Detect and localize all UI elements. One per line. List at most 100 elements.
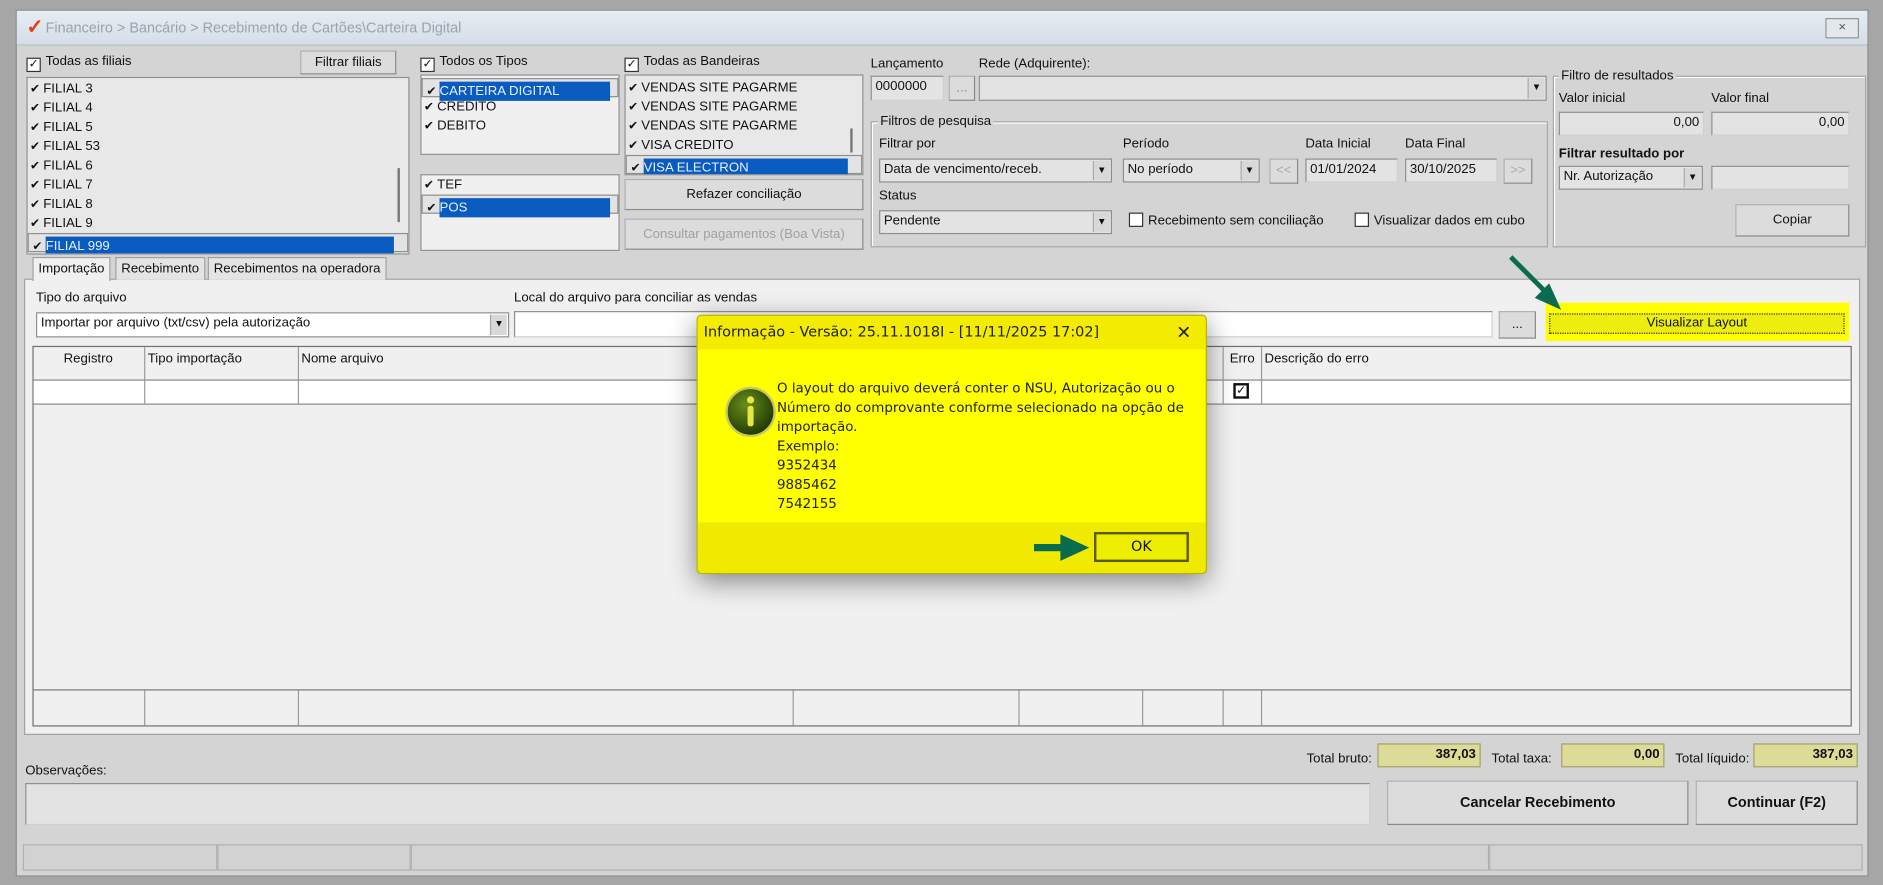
list-item[interactable]: ✔ FILIAL 3 (28, 79, 409, 98)
visualizar-layout-button[interactable]: Visualizar Layout (1549, 313, 1845, 334)
chevron-down-icon: ▼ (1240, 160, 1258, 181)
tef-pos-list[interactable]: ✔ TEF ✔ POS (420, 174, 620, 251)
observacoes-textarea[interactable] (25, 782, 1371, 826)
next-period-button[interactable]: >> (1503, 158, 1533, 184)
tipo-arquivo-label: Tipo do arquivo (36, 290, 127, 306)
filtrar-resultado-label: Filtrar resultado por (1558, 146, 1685, 161)
visualizar-cubo-checkbox[interactable]: Visualizar dados em cubo (1354, 212, 1525, 229)
data-final-input[interactable]: 30/10/2025 (1405, 158, 1498, 183)
list-item[interactable]: ✔ FILIAL 9 (28, 214, 409, 233)
list-item[interactable]: ✔ VENDAS SITE PAGARME (626, 78, 863, 97)
total-liquido-value: 387,03 (1753, 743, 1858, 768)
list-item-selected[interactable]: ✔ CARTEIRA DIGITAL (421, 78, 619, 101)
list-item[interactable]: ✔ FILIAL 6 (28, 156, 409, 175)
status-bar-panel (217, 844, 411, 871)
filtrar-resultado-select[interactable]: Nr. Autorização ▼ (1558, 165, 1703, 190)
recebimento-sem-conciliacao-checkbox[interactable]: Recebimento sem conciliação (1128, 212, 1324, 229)
refazer-conciliacao-button[interactable]: Refazer conciliação (624, 178, 864, 211)
checkbox-icon (1128, 212, 1144, 227)
previous-period-button[interactable]: << (1269, 158, 1299, 184)
tab-recebimento[interactable]: Recebimento (115, 256, 206, 280)
chevron-down-icon: ▼ (1683, 168, 1701, 188)
continuar-button[interactable]: Continuar (F2) (1695, 780, 1858, 826)
total-bruto-label: Total bruto: (1306, 751, 1372, 767)
checkbox-icon (1354, 212, 1370, 227)
list-item[interactable]: ✔ VENDAS SITE PAGARME (626, 97, 863, 116)
tipos-list[interactable]: ✔ CARTEIRA DIGITAL ✔ CREDITO ✔ DEBITO (420, 74, 620, 155)
column-header-tipo-importacao[interactable]: Tipo importação (148, 352, 242, 366)
erro-checkbox[interactable]: ✓ (1233, 383, 1249, 399)
list-item[interactable]: ✔ FILIAL 8 (28, 195, 409, 214)
list-item-selected[interactable]: ✔ VISA ELECTRON (625, 154, 863, 175)
valor-inicial-input[interactable]: 0,00 (1558, 111, 1705, 136)
list-item[interactable]: ✔ FILIAL 5 (28, 118, 409, 137)
filtrar-filiais-button[interactable]: Filtrar filiais (300, 50, 397, 75)
rede-label: Rede (Adquirente): (978, 56, 1091, 71)
list-item[interactable]: ✔ DEBITO (422, 116, 619, 135)
scrollbar-thumb[interactable] (397, 168, 400, 223)
info-icon (725, 386, 776, 438)
observacoes-label: Observações: (25, 763, 107, 779)
filtrar-por-select[interactable]: Data de vencimento/receb. ▼ (879, 158, 1113, 183)
label: Todas as Bandeiras (643, 54, 760, 69)
checkbox-icon: ✓ (624, 57, 639, 73)
periodo-label: Período (1122, 136, 1170, 152)
lancamento-lookup-button[interactable]: ... (948, 75, 976, 101)
lancamento-input[interactable]: 0000000 (870, 75, 944, 101)
data-inicial-input[interactable]: 01/01/2024 (1305, 158, 1398, 183)
valor-final-input[interactable]: 0,00 (1711, 111, 1850, 136)
list-item[interactable]: ✔ TEF (422, 175, 619, 194)
filiais-list[interactable]: ✔ FILIAL 3 ✔ FILIAL 4 ✔ FILIAL 5 ✔ FILIAL 53… (26, 76, 410, 255)
filtrar-resultado-input[interactable] (1711, 165, 1850, 190)
checkbox-icon: ✓ (420, 57, 435, 73)
valor-final-label: Valor final (1711, 91, 1770, 106)
tipo-arquivo-select[interactable]: Importar por arquivo (txt/csv) pela auto… (36, 312, 510, 338)
column-header-erro[interactable]: Erro (1230, 352, 1255, 366)
label: Recebimento sem conciliação (1148, 213, 1324, 229)
tab-importacao[interactable]: Importação (32, 256, 111, 282)
status-label: Status (879, 188, 917, 203)
label: Todos os Tipos (439, 54, 528, 69)
todos-tipos-checkbox[interactable]: ✓ Todos os Tipos (420, 54, 528, 73)
chevron-down-icon: ▼ (489, 314, 507, 336)
column-header-descricao-erro[interactable]: Descrição do erro (1265, 352, 1369, 366)
todas-filiais-checkbox[interactable]: ✓ Todas as filiais (26, 54, 132, 73)
status-bar-panel (410, 844, 1490, 871)
label: Visualizar dados em cubo (1373, 213, 1525, 229)
list-item[interactable]: ✔ VISA CREDITO (626, 136, 863, 155)
app-logo-icon: ✓ (26, 15, 44, 39)
total-taxa-value: 0,00 (1561, 743, 1665, 768)
total-liquido-label: Total líquido: (1675, 751, 1750, 767)
filtros-group-label: Filtros de pesquisa (877, 114, 994, 129)
bandeiras-list[interactable]: ✔ VENDAS SITE PAGARME ✔ VENDAS SITE PAGARM… (624, 74, 864, 176)
column-header-nome-arquivo[interactable]: Nome arquivo (301, 352, 383, 366)
window-title: Financeiro > Bancário > Recebimento de C… (45, 19, 462, 37)
todas-bandeiras-checkbox[interactable]: ✓ Todas as Bandeiras (624, 54, 760, 73)
cancelar-recebimento-button[interactable]: Cancelar Recebimento (1387, 780, 1689, 826)
list-item[interactable]: ✔ VENDAS SITE PAGARME (626, 116, 863, 135)
list-item[interactable]: ✔ FILIAL 53 (28, 137, 409, 156)
list-item[interactable]: ✔ FILIAL 7 (28, 175, 409, 194)
tab-recebimentos-operadora[interactable]: Recebimentos na operadora (207, 256, 387, 280)
filtrar-por-label: Filtrar por (879, 136, 936, 152)
list-item-selected[interactable]: ✔ FILIAL 999 (27, 232, 409, 254)
info-dialog: Informação - Versão: 25.11.1018I - [11/1… (696, 314, 1207, 575)
label: Todas as filiais (45, 54, 132, 69)
column-header-registro[interactable]: Registro (64, 352, 113, 366)
data-inicial-label: Data Inicial (1305, 136, 1371, 152)
valor-inicial-label: Valor inicial (1558, 91, 1626, 106)
rede-select[interactable]: ▼ (978, 75, 1547, 101)
consultar-pagamentos-button[interactable]: Consultar pagamentos (Boa Vista) (624, 218, 864, 250)
copiar-button[interactable]: Copiar (1735, 204, 1850, 237)
scrollbar-thumb[interactable] (850, 128, 853, 153)
ok-button[interactable]: OK (1094, 531, 1189, 563)
list-item[interactable]: ✔ FILIAL 4 (28, 98, 409, 117)
arrow-pointer-icon (1033, 534, 1090, 561)
dialog-close-button[interactable]: ✕ (1176, 322, 1191, 343)
chevron-down-icon: ▼ (1092, 212, 1110, 232)
list-item-selected[interactable]: ✔ POS (421, 194, 619, 218)
periodo-select[interactable]: No período ▼ (1122, 158, 1260, 183)
window-close-button[interactable]: × (1825, 18, 1859, 39)
status-select[interactable]: Pendente ▼ (879, 210, 1113, 235)
dialog-title: Informação - Versão: 25.11.1018I - [11/1… (697, 315, 1206, 350)
